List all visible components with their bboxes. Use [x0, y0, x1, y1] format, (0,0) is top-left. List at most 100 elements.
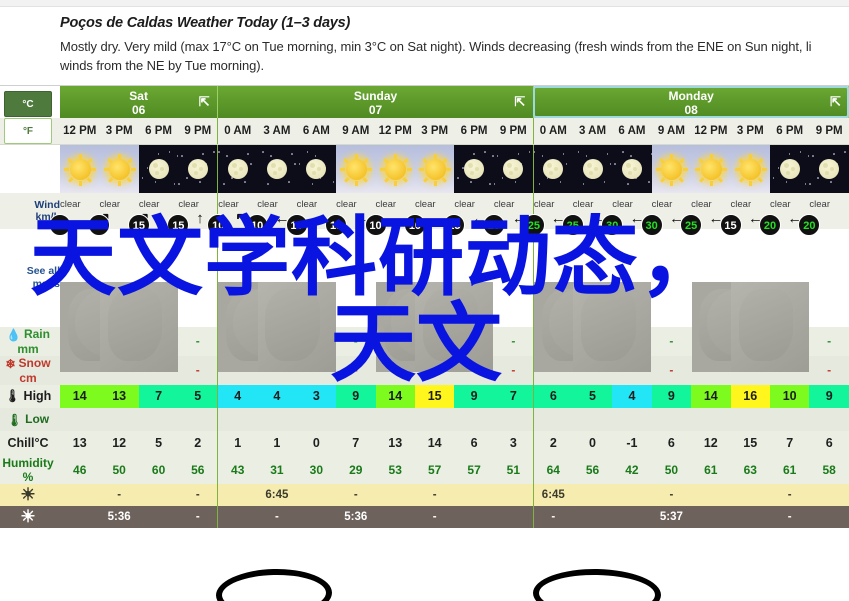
snow-row-label: ❄ Snow cm: [0, 355, 60, 385]
high-row-label: 🌡 High: [0, 384, 60, 408]
wind-speed-badge: 15: [325, 214, 348, 236]
rain-cell: -: [493, 327, 534, 356]
sunrise-cell: [296, 483, 337, 506]
time-label: 3 AM: [257, 118, 297, 145]
low-temp-cell: [572, 407, 613, 431]
wind-label: Wind: [34, 199, 60, 211]
expand-arrows-icon[interactable]: ⇱: [197, 95, 211, 109]
low-temp-cell: [454, 407, 494, 431]
map-cell[interactable]: [336, 229, 375, 327]
day-header-sunday[interactable]: Sunday 07 ⇱: [217, 86, 534, 118]
see-all-maps-link[interactable]: See all maps: [0, 229, 60, 327]
wind-speed-badge: 25: [482, 214, 505, 236]
wind-speed-badge: 25: [680, 214, 703, 236]
humidity-cell: 60: [138, 455, 179, 484]
day-header-monday[interactable]: Monday 08 ⇱: [533, 86, 849, 118]
time-label: 3 AM: [572, 118, 613, 145]
map-cell[interactable]: [573, 229, 652, 372]
time-label: 9 AM: [651, 118, 692, 145]
low-temp-cell: [414, 407, 455, 431]
low-temp-cell: [730, 407, 770, 431]
moon-glyph: [464, 159, 485, 179]
low-row-label: 🌡 Low: [0, 407, 60, 431]
chill-cell: -1: [612, 430, 652, 456]
sky-cell: [257, 145, 297, 193]
sunset-cell: 5:36: [336, 505, 376, 528]
low-temp-cell: [60, 407, 100, 431]
sky-cell: [336, 145, 376, 193]
sunset-cell: [138, 505, 179, 528]
time-label: 9 PM: [809, 118, 849, 145]
wind-speed-badge: 15: [719, 214, 742, 236]
map-cell[interactable]: [257, 229, 336, 372]
map-cell[interactable]: [178, 229, 217, 327]
expand-arrows-icon[interactable]: ⇱: [513, 95, 527, 109]
thermometer-cold-icon: 🌡: [6, 412, 23, 427]
map-cell[interactable]: [730, 229, 809, 372]
sun-icon: [99, 145, 139, 193]
moon-glyph: [582, 159, 603, 179]
chill-row-label: Chill°C: [0, 430, 60, 456]
high-temp-cell: 16: [730, 384, 770, 408]
sunset-cell: -: [257, 505, 297, 528]
fahrenheit-toggle[interactable]: °F: [4, 118, 52, 144]
low-temp-cell: [809, 407, 849, 431]
expand-arrows-icon[interactable]: ⇱: [828, 95, 842, 109]
map-cell[interactable]: [415, 229, 494, 372]
sky-cell: [60, 145, 100, 193]
see-all-maps-line1: See all: [26, 265, 60, 277]
sky-cell: [414, 145, 455, 193]
moon-icon: [138, 145, 179, 193]
sky-cell: [99, 145, 139, 193]
rain-cell: -: [178, 327, 218, 356]
thermometer-hot-icon: 🌡: [4, 388, 21, 403]
sunrise-cell: [60, 483, 100, 506]
high-temp-cell: 14: [60, 384, 100, 408]
humidity-cell: 61: [769, 455, 810, 484]
celsius-toggle[interactable]: °C: [4, 90, 52, 117]
time-label: 6 AM: [612, 118, 652, 145]
snow-label: Snow: [18, 355, 51, 370]
sun-icon: [60, 145, 100, 193]
sunrise-cell: [217, 483, 258, 506]
map-cell[interactable]: [99, 229, 178, 372]
day-number: 07: [368, 103, 383, 117]
sun-glyph: [740, 159, 762, 180]
map-cell[interactable]: [652, 229, 691, 327]
moon-icon: [769, 145, 810, 193]
moon-icon: [572, 145, 613, 193]
sun-glyph: [424, 159, 446, 180]
humidity-label: Humidity: [2, 455, 54, 470]
rain-unit-label: mm: [17, 341, 39, 356]
day-name: Sunday: [353, 89, 398, 103]
low-label: Low: [25, 411, 50, 426]
map-cell[interactable]: [494, 229, 534, 327]
time-label: 6 PM: [454, 118, 494, 145]
sun-glyph: [345, 159, 367, 180]
day-header-sat[interactable]: Sat 06 ⇱: [60, 86, 219, 118]
sky-cell: [809, 145, 849, 193]
sunrise-row: ☀ - - 6:45 - - 6:45 - -: [0, 483, 849, 506]
low-temp-cell: [493, 407, 534, 431]
time-label: 6 PM: [138, 118, 179, 145]
map-cell[interactable]: [809, 229, 849, 327]
high-temperature-row: 🌡 High 14 13 7 5 4 4 3 9 14 15 9 7 6 5 4 9 14 16 10 9: [0, 384, 849, 408]
wind-speed-badge: 10: [285, 214, 308, 236]
high-temp-cell: 9: [336, 384, 376, 408]
sky-cell: [651, 145, 692, 193]
see-all-maps-line2: maps: [32, 278, 60, 290]
chill-cell: 2: [532, 430, 573, 456]
high-temp-cell: 6: [532, 384, 573, 408]
wind-speed-badge: 25: [522, 214, 545, 236]
chill-cell: 12: [99, 430, 139, 456]
day-number: 08: [684, 103, 698, 117]
wind-cell: ← 20 clear: [787, 193, 849, 236]
humidity-cell: 53: [375, 455, 415, 484]
low-temp-cell: [651, 407, 692, 431]
sky-cell: [217, 144, 258, 193]
page-title: Poços de Caldas Weather Today (1–3 days): [60, 15, 351, 31]
sunrise-cell: 6:45: [532, 483, 573, 506]
moon-glyph: [779, 159, 800, 179]
sunset-cell: [691, 505, 731, 528]
sky-cell: [375, 145, 415, 193]
